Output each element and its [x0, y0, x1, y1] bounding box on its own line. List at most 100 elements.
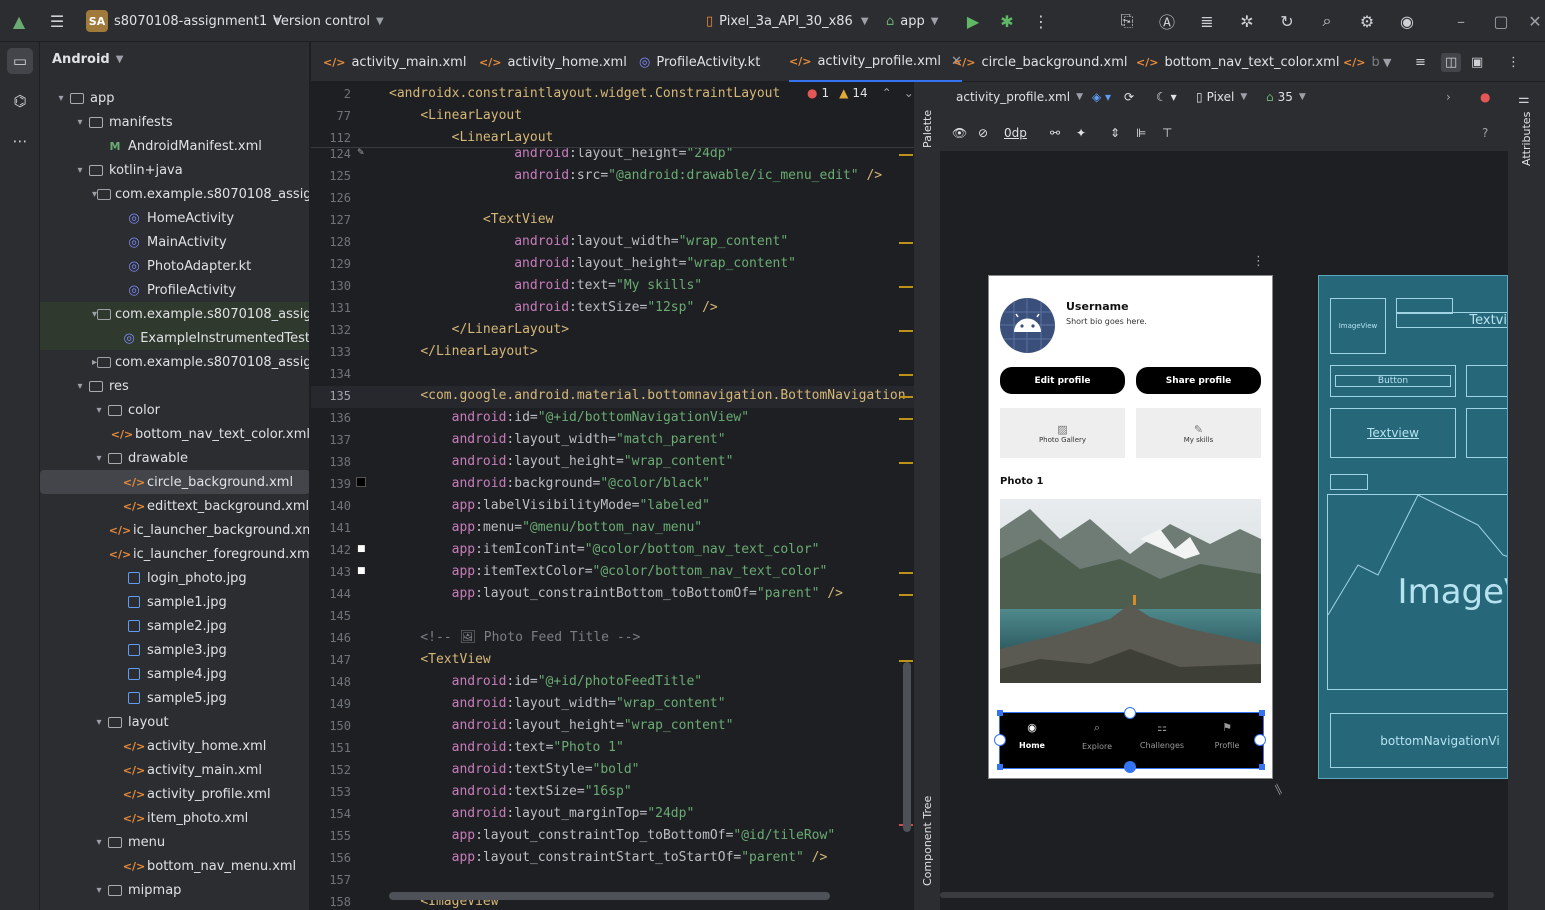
- resize-handle[interactable]: [997, 710, 1003, 716]
- chevron-down-icon[interactable]: ▾: [54, 93, 68, 104]
- sticky-code-line[interactable]: <LinearLayout: [389, 108, 522, 123]
- align-icon[interactable]: ⊫: [1136, 126, 1146, 140]
- issues-error-icon[interactable]: ●: [1480, 90, 1490, 104]
- code-line[interactable]: app:itemIconTint="@color/bottom_nav_text…: [389, 542, 820, 557]
- code-line[interactable]: <com.google.android.material.bottomnavig…: [389, 388, 905, 403]
- code-line[interactable]: android:text="Photo 1": [389, 740, 624, 755]
- code-line[interactable]: android:layout_height="wrap_content": [389, 256, 796, 271]
- chevron-down-icon[interactable]: ▾: [92, 885, 106, 896]
- tree-item[interactable]: ◎ ExampleInstrumentedTest: [40, 326, 309, 350]
- tree-item[interactable]: sample3.jpg: [40, 638, 309, 662]
- share-profile-button[interactable]: Share profile: [1136, 367, 1261, 394]
- code-line[interactable]: app:labelVisibilityMode="labeled": [389, 498, 710, 513]
- pack-icon[interactable]: ⇕: [1110, 126, 1120, 140]
- tree-item[interactable]: sample2.jpg: [40, 614, 309, 638]
- close-icon[interactable]: ✕: [1528, 10, 1542, 32]
- warning-stripe[interactable]: [899, 330, 913, 332]
- code-line[interactable]: app:layout_constraintStart_toStartOf="pa…: [389, 850, 828, 865]
- tree-item[interactable]: </> activity_main.xml: [40, 758, 309, 782]
- split-view-icon[interactable]: ◫: [1441, 42, 1462, 82]
- code-line[interactable]: <!-- 🖼 Photo Feed Title -->: [389, 630, 640, 645]
- black-color-swatch[interactable]: [356, 477, 366, 487]
- tree-item[interactable]: </> activity_profile.xml: [40, 782, 309, 806]
- tab-profile-activity[interactable]: ◎ ProfileActivity.kt: [639, 42, 760, 82]
- sticky-code-line[interactable]: <androidx.constraintlayout.widget.Constr…: [389, 86, 780, 101]
- project-folder-icon[interactable]: ▭: [7, 48, 33, 74]
- code-line[interactable]: android:layout_height="wrap_content": [389, 718, 734, 733]
- chevron-down-icon[interactable]: ▾: [92, 837, 106, 848]
- warning-stripe[interactable]: [899, 242, 913, 244]
- more-options-icon[interactable]: ⋮: [1507, 42, 1520, 82]
- warning-stripe[interactable]: [899, 396, 913, 398]
- editor-horizontal-scrollbar[interactable]: [389, 892, 830, 900]
- constraint-handle-left[interactable]: [994, 734, 1006, 746]
- sync-icon[interactable]: ↻: [1276, 10, 1298, 32]
- tree-item[interactable]: sample1.jpg: [40, 590, 309, 614]
- version-control-menu[interactable]: Version control ▼: [273, 10, 384, 32]
- chevron-right-icon[interactable]: ›: [1446, 90, 1451, 104]
- code-line[interactable]: android:text="My skills": [389, 278, 702, 293]
- color-swatch[interactable]: ■: [357, 544, 366, 554]
- guidelines-icon[interactable]: ⊤: [1162, 126, 1172, 140]
- edit-gutter-icon[interactable]: ✎: [357, 148, 365, 158]
- code-line[interactable]: android:textSize="16sp": [389, 784, 632, 799]
- code-line[interactable]: app:itemTextColor="@color/bottom_nav_tex…: [389, 564, 828, 579]
- tree-item[interactable]: </> item_photo.xml: [40, 806, 309, 830]
- tree-item[interactable]: sample4.jpg: [40, 662, 309, 686]
- tree-item[interactable]: </> circle_background.xml: [40, 470, 309, 494]
- layout-preview[interactable]: Username Short bio goes here. Edit profi…: [988, 275, 1273, 779]
- tab-activity-main[interactable]: </> activity_main.xml: [323, 42, 466, 82]
- tree-item[interactable]: ▾ menu: [40, 830, 309, 854]
- tree-item[interactable]: login_photo.jpg: [40, 566, 309, 590]
- bug-icon[interactable]: ✲: [1236, 10, 1258, 32]
- project-selector[interactable]: SA s8070108-assignment1 ▼: [86, 10, 281, 32]
- account-icon[interactable]: ◉: [1396, 10, 1418, 32]
- warning-stripe[interactable]: [899, 572, 913, 574]
- tree-item[interactable]: ▾ drawable: [40, 446, 309, 470]
- more-actions-icon[interactable]: ⋮: [1030, 10, 1052, 32]
- code-view-icon[interactable]: ≡: [1415, 42, 1426, 82]
- nav-explore[interactable]: ⌕ Explore: [1067, 721, 1127, 751]
- warning-stripe[interactable]: [899, 286, 913, 288]
- chevron-down-icon[interactable]: ▾: [92, 453, 106, 464]
- tree-item[interactable]: ▾ mipmap: [40, 878, 309, 902]
- tree-item[interactable]: </> ic_launcher_background.xml: [40, 518, 309, 542]
- code-line[interactable]: </LinearLayout>: [389, 344, 537, 359]
- tree-item[interactable]: ▸com.example.s8070108_assignme: [40, 350, 309, 374]
- constraint-handle-bottom[interactable]: [1124, 761, 1136, 773]
- chevron-down-icon[interactable]: ▾: [73, 381, 87, 392]
- night-mode-icon[interactable]: ☾ ▾: [1156, 90, 1177, 104]
- resize-handle[interactable]: [997, 764, 1003, 770]
- nav-profile[interactable]: ⚑ Profile: [1197, 721, 1257, 750]
- tree-item[interactable]: sample5.jpg: [40, 686, 309, 710]
- nav-home[interactable]: ◉ Home: [1002, 721, 1062, 750]
- maximize-icon[interactable]: ▢: [1490, 10, 1512, 32]
- tree-item[interactable]: </> activity_home.xml: [40, 734, 309, 758]
- code-line[interactable]: android:layout_width="match_parent": [389, 432, 726, 447]
- code-line[interactable]: android:layout_marginTop="24dp": [389, 806, 695, 821]
- code-line[interactable]: android:layout_width="wrap_content": [389, 696, 726, 711]
- bottom-navigation-view[interactable]: ◉ Home ⌕ Explore ⚏ Challenges ⚑ Profile: [999, 712, 1264, 769]
- tab-overflow-partial[interactable]: </> b: [1343, 42, 1380, 82]
- sticky-code-line[interactable]: <LinearLayout: [389, 130, 554, 145]
- nav-challenges[interactable]: ⚏ Challenges: [1132, 721, 1192, 750]
- code-line[interactable]: android:background="@color/black": [389, 476, 710, 491]
- device-selector[interactable]: ▯ Pixel ▼: [1196, 90, 1247, 104]
- prev-highlight-icon[interactable]: ⌃: [882, 86, 892, 100]
- tab-circle-background[interactable]: </> circle_background.xml: [953, 42, 1128, 82]
- design-horizontal-scrollbar[interactable]: [940, 890, 1494, 900]
- tree-item[interactable]: ◎ MainActivity: [40, 230, 309, 254]
- tab-activity-home[interactable]: </> activity_home.xml: [479, 42, 627, 82]
- photo-gallery-tile[interactable]: ▨ Photo Gallery: [1000, 408, 1125, 458]
- next-highlight-icon[interactable]: ⌄: [904, 86, 914, 100]
- attributes-tab[interactable]: Attributes: [1520, 112, 1533, 166]
- tree-item[interactable]: ▾ res: [40, 374, 309, 398]
- preview-options-icon[interactable]: ⋮: [1252, 254, 1265, 269]
- code-line[interactable]: android:layout_width="wrap_content": [389, 234, 788, 249]
- resize-handle[interactable]: [1259, 764, 1265, 770]
- chevron-down-icon[interactable]: ▾: [73, 165, 87, 176]
- code-line[interactable]: app:menu="@menu/bottom_nav_menu": [389, 520, 702, 535]
- search-icon[interactable]: ⌕: [1316, 10, 1338, 32]
- layout-file-selector[interactable]: activity_profile.xml ▼: [956, 90, 1083, 104]
- project-view-selector[interactable]: Android ▼: [52, 52, 123, 67]
